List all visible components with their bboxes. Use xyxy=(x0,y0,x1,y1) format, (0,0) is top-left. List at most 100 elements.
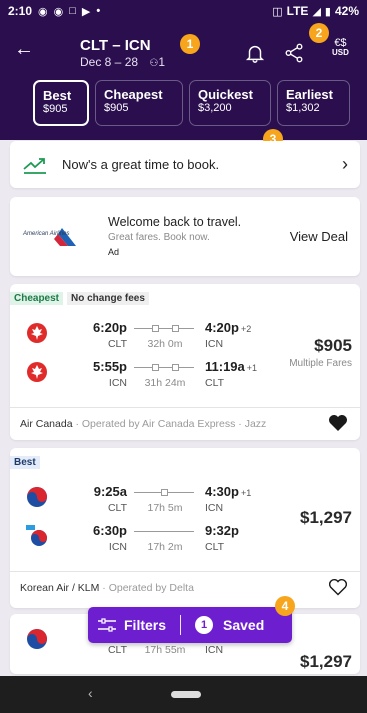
marker-badge-4: 4 xyxy=(275,596,295,616)
system-nav-bar: ‹ xyxy=(0,676,367,713)
ad-title: Welcome back to travel. xyxy=(108,215,242,229)
operated-by: · Operated by Delta xyxy=(99,582,194,594)
flight-result-card[interactable]: Best 9:25a CLT 17h 5m 4:30p +1 ICN 6:30p … xyxy=(10,448,360,608)
saved-button[interactable]: Saved xyxy=(223,617,264,633)
arrival-time: 11:19a xyxy=(205,359,245,374)
route-line xyxy=(134,325,194,332)
stop-marker xyxy=(152,364,159,371)
date-range: Dec 8 – 28 xyxy=(80,55,139,69)
duration: 31h 24m xyxy=(144,377,186,389)
departure-time: 6:20p xyxy=(93,320,127,335)
arrival-airport: ICN xyxy=(205,502,224,514)
departure-airport: CLT xyxy=(107,338,127,350)
header: ← CLT – ICN Dec 8 – 28 ⚇1 1 2 €$ USD Bes… xyxy=(0,22,367,149)
duration: 17h 5m xyxy=(147,502,183,514)
share-icon[interactable] xyxy=(283,42,305,64)
traveler-icon: ⚇ xyxy=(149,58,159,69)
outbound-leg: 6:20p CLT 32h 0m 4:20p +2 ICN xyxy=(10,320,360,360)
currency-button[interactable]: €$ USD xyxy=(332,38,349,58)
tab-label: Best xyxy=(43,88,72,103)
route-line xyxy=(134,531,194,532)
price: $905 xyxy=(314,336,352,355)
air-canada-logo xyxy=(27,323,47,343)
messenger-icon: ◉ xyxy=(53,5,64,18)
bell-icon[interactable] xyxy=(244,42,266,64)
marker-badge-1: 1 xyxy=(180,34,200,54)
chevron-right-icon: › xyxy=(342,154,348,174)
filter-sliders-icon xyxy=(98,618,116,632)
tab-price: $905 xyxy=(43,103,68,115)
carrier-info: Korean Air / KLM · Operated by Delta xyxy=(20,582,194,594)
carrier-name: Air Canada xyxy=(20,418,73,430)
tab-price: $905 xyxy=(104,102,129,114)
tab-quickest[interactable]: Quickest $3,200 xyxy=(189,80,271,126)
divider xyxy=(180,615,182,635)
air-canada-logo xyxy=(27,362,47,382)
stop-marker xyxy=(152,325,159,332)
youtube-icon: ▶ xyxy=(81,5,91,18)
fare-note: Multiple Fares xyxy=(289,358,352,369)
filters-button[interactable]: Filters xyxy=(124,617,166,633)
divider xyxy=(10,571,360,572)
tab-label: Earliest xyxy=(286,87,333,102)
tab-best[interactable]: Best $905 xyxy=(33,80,89,126)
carrier-name: Korean Air / KLM xyxy=(20,582,100,594)
back-arrow-icon[interactable]: ← xyxy=(14,38,34,61)
ad-label: Ad xyxy=(108,247,120,257)
ad-brand: American Airlines xyxy=(23,231,70,237)
view-deal-link[interactable]: View Deal xyxy=(290,229,348,244)
stop-marker xyxy=(161,489,168,496)
filter-saved-bar: Filters 1 Saved xyxy=(88,607,292,643)
stop-marker xyxy=(172,364,179,371)
save-heart-icon[interactable] xyxy=(328,578,348,596)
arrival-airport: ICN xyxy=(205,338,224,350)
korean-air-klm-logo xyxy=(26,525,47,546)
departure-airport: ICN xyxy=(108,377,127,389)
price-tip-text: Now's a great time to book. xyxy=(62,157,220,172)
route-line xyxy=(134,489,194,496)
price: $1,297 xyxy=(300,652,352,671)
departure-airport: CLT xyxy=(107,502,127,514)
arrival-airport: ICN xyxy=(205,644,224,656)
day-offset: +1 xyxy=(240,488,252,498)
marker-badge-2: 2 xyxy=(309,23,329,43)
stop-marker xyxy=(172,325,179,332)
korean-air-logo xyxy=(27,487,47,507)
arrival-time: 9:32p xyxy=(205,523,239,538)
trending-chart-icon xyxy=(23,157,46,174)
system-back-icon[interactable]: ‹ xyxy=(88,685,93,701)
departure-time: 6:30p xyxy=(93,523,127,538)
home-pill[interactable] xyxy=(171,691,201,698)
ad-card[interactable]: American Airlines Welcome back to travel… xyxy=(10,197,360,276)
arrival-airport: CLT xyxy=(205,377,225,389)
cheapest-tag: Cheapest xyxy=(10,292,64,305)
dot-icon: • xyxy=(96,5,101,17)
currency-label: USD xyxy=(332,48,349,57)
saved-count-badge: 1 xyxy=(195,616,214,634)
operated-by: · Operated by Air Canada Express · Jazz xyxy=(72,418,267,430)
trip-dates: Dec 8 – 28 ⚇1 xyxy=(80,55,165,69)
ad-subtitle: Great fares. Book now. xyxy=(108,232,210,243)
american-airlines-logo xyxy=(54,228,76,246)
departure-time: 5:55p xyxy=(93,359,127,374)
flight-result-card[interactable]: Cheapest No change fees 6:20p CLT 32h 0m… xyxy=(10,284,360,440)
carrier-info: Air Canada · Operated by Air Canada Expr… xyxy=(20,418,266,430)
tab-cheapest[interactable]: Cheapest $905 xyxy=(95,80,183,126)
duration: 17h 55m xyxy=(144,644,186,656)
tab-earliest[interactable]: Earliest $1,302 xyxy=(277,80,350,126)
battery-level: 42% xyxy=(334,4,359,18)
tab-price: $3,200 xyxy=(198,102,232,114)
route-line xyxy=(134,364,194,371)
return-leg: 6:30p ICN 17h 2m 9:32p CLT xyxy=(10,523,360,563)
app-icon: □ xyxy=(69,5,76,17)
price-tip-card[interactable]: Now's a great time to book. › xyxy=(10,141,360,188)
arrival-time: 4:20p xyxy=(205,320,239,335)
arrival-airport: CLT xyxy=(205,541,225,553)
divider xyxy=(10,407,360,408)
tab-price: $1,302 xyxy=(286,102,320,114)
battery-icon: ▮ xyxy=(324,5,331,18)
arrival-time: 4:30p xyxy=(205,484,239,499)
tab-label: Quickest xyxy=(198,87,253,102)
traveler-count: 1 xyxy=(158,55,166,69)
saved-heart-icon[interactable] xyxy=(328,414,348,432)
